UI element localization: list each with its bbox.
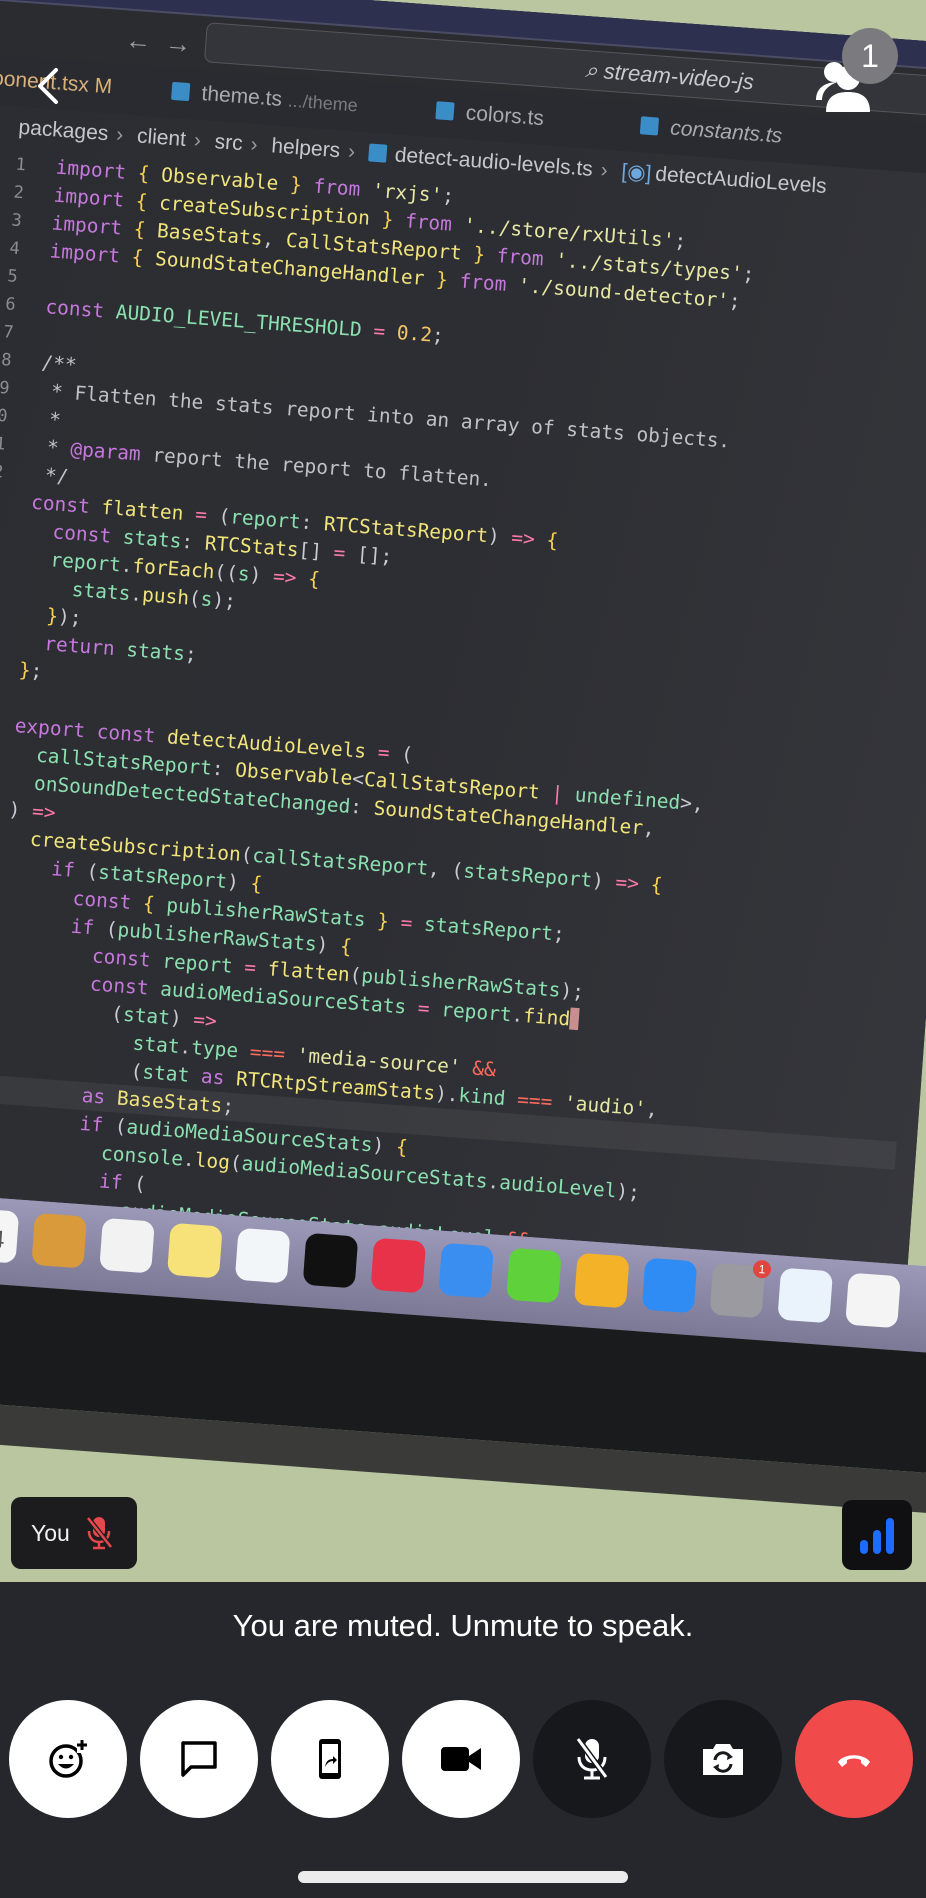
typescript-file-icon [435, 101, 455, 121]
laptop-screen: ←→ ⌕ stream-video-js oonent.tsx M theme.… [0, 0, 926, 1515]
dock-app-icon [506, 1247, 562, 1304]
screen-share-icon [319, 1739, 341, 1779]
line-number: 4 [8, 238, 21, 260]
code-text: * [36, 406, 62, 432]
dock-app-icon: 1 [709, 1259, 772, 1319]
participant-video-feed: ←→ ⌕ stream-video-js oonent.tsx M theme.… [0, 0, 926, 1582]
tab-label: colors.ts [465, 101, 545, 131]
line-number: 8 [0, 350, 13, 371]
microphone-toggle-button[interactable] [533, 1700, 651, 1818]
typescript-file-icon [639, 116, 660, 136]
breadcrumb-item: detect-audio-levels.ts [393, 143, 594, 181]
dock-app-icon [99, 1217, 155, 1274]
line-number: 13 [0, 484, 2, 515]
connection-quality-indicator [842, 1500, 912, 1570]
code-text: /** [40, 351, 78, 377]
emoji-add-icon [49, 1739, 87, 1778]
dock-app-icon [777, 1267, 834, 1324]
line-number: 9 [0, 378, 11, 399]
mic-off-icon [85, 1516, 113, 1550]
chevron-left-icon [38, 68, 58, 104]
mic-off-icon [575, 1737, 609, 1780]
dock-app-icon [31, 1212, 88, 1269]
code-text: }); [45, 604, 83, 630]
dock-app-icon [234, 1227, 291, 1284]
line-number: 7 [2, 322, 15, 343]
symbol-icon: [◉] [620, 160, 653, 186]
breadcrumb-item: src [213, 130, 244, 156]
dock-app-icon [167, 1222, 223, 1279]
laptop-photo: ←→ ⌕ stream-video-js oonent.tsx M theme.… [0, 0, 926, 1572]
line-number: 10 [0, 405, 9, 427]
back-button[interactable] [30, 62, 66, 110]
screen-share-button[interactable] [271, 1700, 389, 1818]
editor-tab: constants.ts [639, 114, 783, 148]
breadcrumb-item: client [136, 124, 187, 151]
editor-tab: colors.ts [435, 99, 545, 131]
chat-bubble-icon [181, 1741, 217, 1777]
dock-app-icon: 24 [0, 1207, 20, 1264]
home-indicator[interactable] [298, 1871, 628, 1883]
editor-tab: theme.ts .../theme [171, 80, 359, 118]
signal-bars-icon [860, 1518, 894, 1554]
code-text: */ [32, 462, 70, 489]
line-number: 6 [4, 294, 17, 315]
breadcrumb-item: packages [17, 115, 110, 146]
editor-nav-arrows-icon: ←→ [124, 24, 207, 61]
tab-modified-flag: M [93, 74, 113, 99]
muted-notice: You are muted. Unmute to speak. [232, 1608, 694, 1643]
dock-app-icon [845, 1272, 901, 1329]
camera-toggle-button[interactable] [402, 1700, 520, 1818]
line-number: 12 [0, 461, 5, 483]
phone-hangup-icon [838, 1755, 870, 1767]
local-participant-label: You [11, 1497, 137, 1569]
tab-label: theme.ts [200, 82, 283, 111]
reactions-button[interactable] [9, 1700, 127, 1818]
participant-name: You [31, 1519, 70, 1546]
command-center-text: ⌕ stream-video-js [584, 57, 755, 95]
typescript-file-icon [171, 81, 191, 102]
line-number: 2 [12, 182, 25, 204]
flip-camera-button[interactable] [664, 1700, 782, 1818]
line-number: 11 [0, 433, 7, 455]
line-number: 1 [14, 154, 27, 176]
call-controls [0, 1700, 926, 1820]
participant-count-badge: 1 [842, 28, 898, 84]
notification-badge: 1 [752, 1259, 772, 1279]
dock-app-icon [641, 1257, 698, 1314]
line-number: 5 [6, 266, 19, 288]
camera-flip-icon [703, 1744, 743, 1775]
video-camera-icon [441, 1747, 481, 1771]
code-text: }; [18, 658, 44, 683]
dock-app-icon [302, 1232, 359, 1289]
dock-app-icon [438, 1242, 494, 1299]
text-cursor [569, 1007, 580, 1031]
breadcrumb-item: helpers [270, 134, 341, 163]
chat-button[interactable] [140, 1700, 258, 1818]
code-text: ) => [7, 797, 57, 825]
dock-app-icon [370, 1237, 427, 1294]
command-center-label: stream-video-js [602, 58, 755, 95]
hang-up-button[interactable] [795, 1700, 913, 1818]
dock-app-icon [573, 1252, 630, 1309]
line-number: 3 [10, 210, 23, 232]
tab-label: constants.ts [669, 116, 783, 148]
code-editor: 1 import { Observable } from 'rxjs'; 2 impo… [0, 148, 926, 1337]
typescript-file-icon [368, 143, 388, 163]
tab-path: .../theme [287, 90, 359, 116]
breadcrumb-item: detectAudioLevels [654, 162, 828, 199]
